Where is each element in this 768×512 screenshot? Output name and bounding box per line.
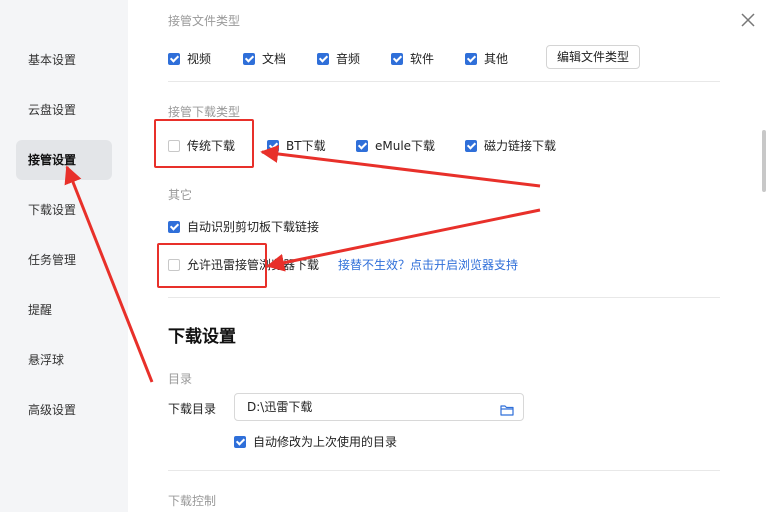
sidebar: 基本设置 云盘设置 接管设置 下载设置 任务管理 提醒 悬浮球 高级设置 (0, 0, 128, 512)
checkbox-checked-icon (234, 435, 246, 448)
download-dir-value: D:\迅雷下载 (247, 400, 313, 414)
checkbox-clipboard-detect[interactable]: 自动识别剪切板下载链接 (168, 218, 319, 235)
sidebar-item-takeover[interactable]: 接管设置 (16, 140, 112, 180)
sidebar-item-download[interactable]: 下载设置 (16, 190, 112, 230)
divider (168, 297, 720, 298)
download-settings-heading: 下载设置 (168, 327, 236, 347)
edit-file-types-button[interactable]: 编辑文件类型 (546, 45, 641, 69)
sidebar-item-reminder[interactable]: 提醒 (16, 290, 112, 330)
other-title: 其它 (168, 188, 193, 202)
checkbox-auto-modify-dir[interactable]: 自动修改为上次使用的目录 (234, 433, 397, 450)
sidebar-item-tasks[interactable]: 任务管理 (16, 240, 112, 280)
checkbox-document[interactable]: 文档 (243, 50, 286, 67)
folder-icon[interactable] (500, 400, 514, 416)
checkbox-bt-download[interactable]: BT下载 (267, 137, 326, 154)
checkbox-checked-icon (465, 52, 477, 65)
checkbox-checked-icon (168, 220, 180, 233)
sidebar-item-floating-ball[interactable]: 悬浮球 (16, 340, 112, 380)
download-dir-label: 下载目录 (168, 402, 217, 416)
checkbox-other[interactable]: 其他 (465, 50, 508, 67)
sidebar-item-cloud[interactable]: 云盘设置 (16, 90, 112, 130)
checkbox-checked-icon (267, 139, 279, 152)
checkbox-magnet-download[interactable]: 磁力链接下载 (465, 137, 556, 154)
checkbox-checked-icon (465, 139, 477, 152)
download-control-title: 下载控制 (168, 494, 217, 508)
sidebar-item-basic[interactable]: 基本设置 (16, 40, 112, 80)
checkbox-emule-download[interactable]: eMule下载 (356, 137, 435, 154)
checkbox-video[interactable]: 视频 (168, 50, 211, 67)
divider (168, 81, 720, 82)
file-types-title: 接管文件类型 (168, 14, 241, 28)
checkbox-checked-icon (243, 52, 255, 65)
scrollbar[interactable] (762, 130, 766, 192)
checkbox-checked-icon (356, 139, 368, 152)
highlight-traditional-download (154, 119, 254, 168)
browser-support-link[interactable]: 接替不生效？点击开启浏览器支持 (338, 256, 518, 273)
download-types-title: 接管下载类型 (168, 105, 241, 119)
download-dir-input[interactable]: D:\迅雷下载 (234, 393, 524, 421)
checkbox-audio[interactable]: 音频 (317, 50, 360, 67)
divider (168, 470, 720, 471)
checkbox-checked-icon (391, 52, 403, 65)
checkbox-software[interactable]: 软件 (391, 50, 434, 67)
close-icon[interactable] (738, 12, 758, 32)
highlight-browser-takeover (157, 243, 267, 288)
checkbox-checked-icon (168, 52, 180, 65)
directory-section-title: 目录 (168, 372, 193, 386)
sidebar-item-advanced[interactable]: 高级设置 (16, 390, 112, 430)
checkbox-checked-icon (317, 52, 329, 65)
